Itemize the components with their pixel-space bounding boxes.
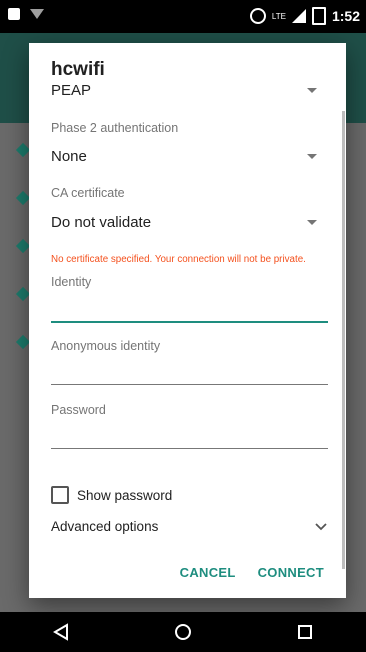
advanced-options-row[interactable]: Advanced options: [51, 519, 327, 534]
wifi-question-icon: [30, 9, 44, 19]
certificate-warning: No certificate specified. Your connectio…: [51, 254, 306, 265]
advanced-options-label: Advanced options: [51, 519, 159, 534]
dropdown-arrow-icon: [307, 153, 317, 159]
anonymous-identity-underline: [51, 384, 328, 385]
ca-cert-label: CA certificate: [51, 186, 125, 200]
clock: 1:52: [331, 8, 360, 24]
chevron-down-icon: [315, 522, 327, 530]
ca-cert-spinner[interactable]: Do not validate: [51, 209, 327, 235]
alarm-icon: [249, 8, 266, 24]
dropdown-arrow-icon: [307, 219, 317, 225]
dropdown-arrow-icon: [307, 87, 317, 93]
identity-label: Identity: [51, 275, 92, 289]
wifi-icon: [15, 190, 31, 206]
connect-button[interactable]: CONNECT: [258, 565, 324, 580]
phase2-label: Phase 2 authentication: [51, 121, 179, 135]
show-password-label: Show password: [77, 487, 173, 503]
phase2-spinner[interactable]: None: [51, 143, 327, 169]
cancel-button[interactable]: CANCEL: [180, 565, 236, 580]
wifi-icon: [15, 142, 31, 158]
eap-method-value: PEAP: [51, 81, 92, 99]
eap-method-spinner[interactable]: PEAP: [51, 77, 327, 103]
dialog-actions: CANCEL CONNECT: [180, 565, 324, 580]
phase2-value: None: [51, 147, 87, 165]
signal-icon: [291, 9, 306, 23]
home-icon[interactable]: [174, 623, 192, 641]
wifi-icon: [15, 334, 31, 350]
password-input[interactable]: [51, 423, 332, 451]
image-icon: [8, 8, 20, 20]
status-bar: LTE 1:52: [0, 0, 366, 33]
ca-cert-value: Do not validate: [51, 213, 152, 231]
recents-icon[interactable]: [297, 624, 313, 640]
identity-input[interactable]: [51, 295, 332, 323]
battery-icon: [311, 7, 326, 25]
show-password-checkbox[interactable]: [51, 486, 69, 504]
wifi-dialog: hcwifi PEAP Phase 2 authentication None …: [29, 43, 346, 598]
identity-underline: [51, 321, 328, 323]
back-icon[interactable]: [52, 623, 69, 641]
lte-label: LTE: [271, 11, 286, 21]
show-password-row[interactable]: Show password: [51, 486, 172, 504]
navigation-bar: [0, 612, 366, 652]
password-underline: [51, 448, 328, 449]
wifi-icon: [15, 238, 31, 254]
wifi-icon: [15, 286, 31, 302]
anonymous-identity-input[interactable]: [51, 359, 332, 387]
password-label: Password: [51, 403, 106, 417]
dialog-scrollbar[interactable]: [342, 111, 345, 569]
dialog-content: PEAP Phase 2 authentication None CA cert…: [29, 43, 346, 598]
anonymous-identity-label: Anonymous identity: [51, 339, 161, 353]
